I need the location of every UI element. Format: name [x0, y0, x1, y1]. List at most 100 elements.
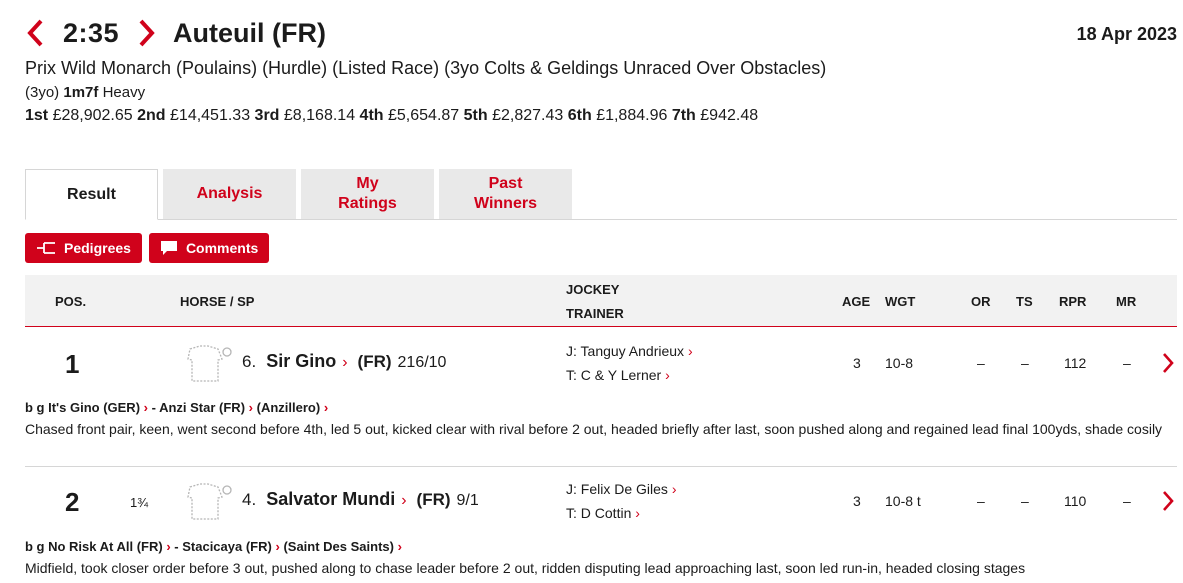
col-rpr: RPR [1059, 294, 1087, 309]
topspeed: – [1021, 493, 1029, 509]
col-mr: MR [1116, 294, 1137, 309]
prize-place: 2nd [137, 107, 166, 124]
distance-beaten: 1¾ [130, 495, 149, 510]
horse-weight: 10-8 [885, 355, 914, 371]
prize-amount: £28,902.65 [52, 107, 133, 124]
prize-place: 1st [25, 107, 49, 124]
race-title: Prix Wild Monarch (Poulains) (Hurdle) (L… [25, 58, 827, 78]
expand-row-chevron-icon[interactable] [1161, 352, 1175, 374]
expand-row-chevron-icon[interactable] [1161, 490, 1175, 512]
trainer-link[interactable]: T: C & Y Lerner › [566, 363, 693, 387]
prize-place: 5th [463, 107, 488, 124]
sire-link[interactable]: b g No Risk At All (FR) › [25, 539, 171, 554]
racing-post-rating: 110 [1064, 493, 1087, 509]
race-header: 2:35 Auteuil (FR) 18 Apr 2023 Prix Wild … [25, 10, 1177, 127]
comment-bubble-icon [160, 240, 178, 256]
jockey-silk-icon [180, 343, 232, 383]
dam-link[interactable]: - Anzi Star (FR) › [152, 400, 253, 415]
damsire-name: (Anzillero) [256, 400, 321, 415]
col-horse-sp: HORSE / SP [180, 294, 255, 309]
col-or: OR [971, 294, 991, 309]
jockey-trainer: J: Tanguy Andrieux › T: C & Y Lerner › [566, 339, 693, 387]
jockey-link[interactable]: J: Felix De Giles › [566, 477, 676, 501]
pedigree-line: b g It's Gino (GER) › - Anzi Star (FR) ›… [25, 400, 328, 415]
course-name: Auteuil (FR) [173, 17, 327, 48]
tab-past-winners[interactable]: Past Winners [439, 169, 572, 219]
prize-amount: £14,451.33 [170, 107, 251, 124]
pedigree-line: b g No Risk At All (FR) › - Stacicaya (F… [25, 539, 402, 554]
horse-country: (FR) [416, 490, 451, 509]
jockey-trainer: J: Felix De Giles › T: D Cottin › [566, 477, 676, 525]
jockey-link[interactable]: J: Tanguy Andrieux › [566, 339, 693, 363]
trainer-name: T: D Cottin [566, 505, 632, 521]
race-conditions: (3yo) 1m7f Heavy [25, 82, 1177, 104]
pedigrees-button[interactable]: Pedigrees [25, 233, 142, 263]
prize-place: 7th [671, 107, 696, 124]
prize-place: 6th [567, 107, 592, 124]
horse-name-link[interactable]: Salvator Mundi [266, 489, 395, 510]
col-wgt: WGT [885, 294, 916, 309]
chevron-right-icon: › [166, 539, 171, 554]
finish-position: 2 [65, 487, 80, 517]
trainer-name: T: C & Y Lerner [566, 367, 662, 383]
sire-link[interactable]: b g It's Gino (GER) › [25, 400, 148, 415]
col-trainer: TRAINER [566, 306, 624, 321]
horse-name-link[interactable]: Sir Gino [266, 351, 336, 372]
pedigree-tree-icon [36, 242, 56, 254]
prize-amount: £942.48 [700, 107, 759, 124]
horse-info: 6. Sir Gino › (FR) 216/10 [242, 351, 446, 372]
horse-age: 3 [853, 355, 861, 371]
horse-country: (FR) [357, 352, 392, 371]
chevron-right-icon: › [323, 400, 329, 415]
saddle-number: 6. [242, 352, 257, 371]
race-time: 2:35 [63, 17, 120, 48]
jockey-name: J: Tanguy Andrieux [566, 343, 685, 359]
chevron-right-icon: › [143, 400, 148, 415]
tab-my-ratings[interactable]: My Ratings [301, 169, 434, 219]
comments-button-label: Comments [185, 240, 259, 256]
dam-link[interactable]: - Stacicaya (FR) › [174, 539, 280, 554]
horse-weight: 10-8 t [885, 493, 921, 509]
next-race-chevron-icon[interactable] [135, 18, 157, 48]
prize-amount: £1,884.96 [596, 107, 668, 124]
damsire-link[interactable]: (Anzillero) › [257, 400, 329, 415]
previous-race-chevron-icon[interactable] [25, 18, 47, 48]
master-rating: – [1123, 493, 1131, 509]
finish-position: 1 [65, 349, 80, 379]
dam-name: - Anzi Star (FR) [151, 400, 246, 415]
chevron-right-icon: › [665, 367, 670, 383]
tab-analysis[interactable]: Analysis [163, 169, 296, 219]
col-ts: TS [1016, 294, 1033, 309]
race-comment: Midfield, took closer order before 3 out… [25, 560, 1026, 576]
race-date: 18 Apr 2023 [1076, 24, 1177, 44]
table-row: 2 1¾ 4. Salvator Mundi › (FR) 9/1 J: Fel… [25, 468, 1177, 583]
horse-info: 4. Salvator Mundi › (FR) 9/1 [242, 489, 479, 510]
prize-money: 1st £28,902.65 2nd £14,451.33 3rd £8,168… [25, 105, 1177, 127]
chevron-right-icon: › [687, 343, 693, 359]
pedigrees-button-label: Pedigrees [64, 240, 131, 256]
horse-age: 3 [853, 493, 861, 509]
master-rating: – [1123, 355, 1131, 371]
prize-place: 3rd [254, 107, 280, 124]
damsire-name: (Saint Des Saints) [283, 539, 394, 554]
row-divider [25, 466, 1177, 467]
trainer-link[interactable]: T: D Cottin › [566, 501, 676, 525]
results-table-header: POS. HORSE / SP JOCKEY TRAINER AGE WGT O… [25, 275, 1177, 327]
col-age: AGE [842, 294, 871, 309]
chevron-right-icon: › [248, 400, 253, 415]
race-distance: 1m7f [63, 84, 99, 101]
col-jockey: JOCKEY [566, 282, 620, 297]
jockey-name: J: Felix De Giles [566, 481, 668, 497]
damsire-link[interactable]: (Saint Des Saints) › [283, 539, 402, 554]
tab-my-ratings-label: My Ratings [338, 175, 397, 212]
prize-place: 4th [359, 107, 384, 124]
starting-price: 216/10 [397, 354, 447, 371]
tab-past-winners-label: Past Winners [474, 175, 537, 212]
tab-result[interactable]: Result [25, 169, 158, 220]
col-pos: POS. [55, 294, 87, 309]
comments-button[interactable]: Comments [148, 233, 270, 263]
official-rating: – [977, 493, 985, 509]
racing-post-rating: 112 [1064, 355, 1087, 371]
official-rating: – [977, 355, 985, 371]
race-tabs: Result Analysis My Ratings Past Winners [25, 169, 1177, 220]
